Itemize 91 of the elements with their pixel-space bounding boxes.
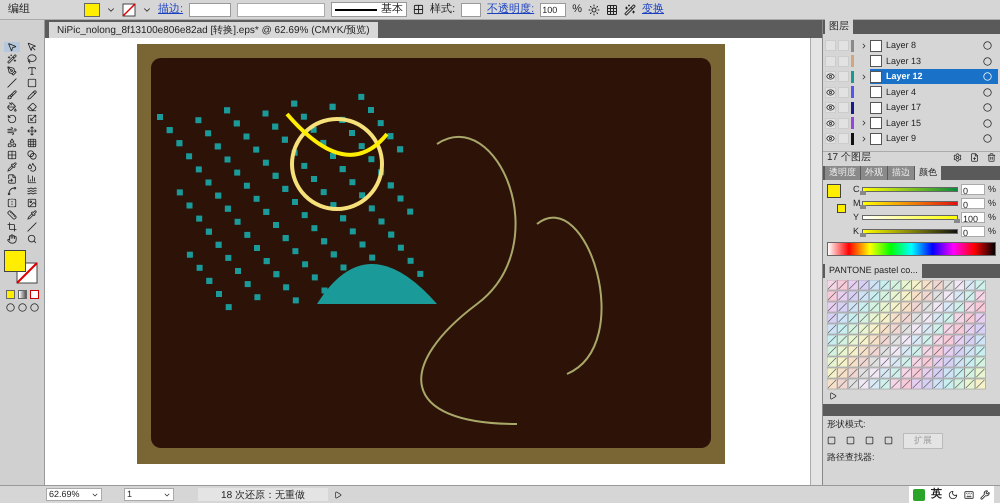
expand-icon[interactable] [860, 119, 868, 128]
slider-thumb[interactable] [860, 191, 866, 195]
stroke-weight-field[interactable] [189, 2, 232, 16]
unit-label: % [988, 210, 996, 224]
ime-language[interactable]: 英 [931, 486, 942, 503]
channel-label: Y [853, 210, 859, 224]
color-swatch[interactable] [837, 204, 846, 212]
layer-row[interactable]: Layer 9 [870, 131, 998, 146]
moon-icon[interactable] [948, 490, 958, 500]
channel-label: M [853, 196, 859, 210]
channel-value-field[interactable]: 0 [960, 198, 985, 209]
layer-thumbnail [870, 86, 882, 98]
expand-icon[interactable] [860, 42, 868, 50]
shape-mode-icon[interactable] [865, 436, 874, 446]
channel-slider-track[interactable] [862, 215, 958, 220]
grid-icon[interactable] [413, 4, 424, 15]
layer-row[interactable]: Layer 12 [870, 69, 998, 84]
shape-mode-icon[interactable] [827, 436, 836, 446]
layer-thumbnail [870, 40, 882, 52]
channel-value-field[interactable]: 100 [960, 212, 985, 223]
layers-tab[interactable]: 图层 [825, 19, 853, 34]
layer-row[interactable]: Layer 15 [870, 116, 998, 131]
unit-label: % [988, 224, 996, 238]
expand-icon[interactable] [860, 72, 868, 81]
zoom-field[interactable]: 62.69% [46, 488, 102, 501]
page-field[interactable]: 1 [124, 488, 174, 501]
percent-sign: % [572, 2, 582, 18]
layer-thumbnail [870, 132, 882, 145]
fill-swatch[interactable] [84, 2, 100, 16]
pathfinders-label: 路径查找器: [827, 450, 876, 464]
layer-row[interactable]: Layer 8 [870, 38, 998, 54]
shape-mode-icon[interactable] [846, 436, 855, 446]
opacity-field[interactable]: 100 [540, 2, 566, 16]
new-layer-icon[interactable] [970, 153, 979, 162]
visibility-toggle[interactable] [825, 133, 836, 144]
unit-label: % [988, 196, 996, 210]
swatch-library-tab[interactable]: PANTONE pastel co... [825, 264, 922, 278]
layer-row[interactable]: Layer 4 [870, 84, 998, 100]
channel-label: K [853, 224, 859, 238]
style-swatch[interactable] [461, 2, 482, 16]
stroke-none-icon[interactable] [122, 2, 136, 16]
expand-icon[interactable] [860, 134, 868, 143]
variable-width-field[interactable] [237, 2, 326, 16]
stroke-link[interactable]: 描边: [158, 1, 184, 18]
document-tab[interactable]: NiPic_nolong_8f13100e806e82ad [转换].eps* @ 62.69% (CMYK/预览) [49, 22, 378, 38]
status-field[interactable]: 18 次还原：无重做 [198, 488, 328, 501]
layer-thumbnail [870, 70, 882, 83]
none-mode-icon[interactable] [30, 290, 38, 299]
fill-color-swatch[interactable] [827, 184, 841, 198]
color-mode-icon[interactable] [6, 290, 14, 299]
visibility-toggle[interactable] [825, 86, 836, 98]
slider-thumb[interactable] [954, 219, 960, 223]
channel-label: C [853, 182, 859, 196]
vertical-scrollbar[interactable] [810, 38, 822, 485]
ime-logo-icon[interactable] [913, 488, 925, 500]
slider-thumb[interactable] [860, 233, 866, 237]
layer-thumbnail [870, 117, 882, 130]
channel-slider-track[interactable] [862, 229, 958, 234]
slider-thumb[interactable] [860, 205, 866, 209]
stroke-line-preview [335, 8, 378, 10]
layer-count: 17 个图层 [827, 151, 872, 165]
shape-mode-icon[interactable] [884, 436, 893, 446]
unit-label: % [988, 182, 996, 196]
align-icon[interactable] [606, 4, 618, 16]
channel-value-field[interactable]: 0 [960, 184, 985, 195]
keyboard-icon[interactable] [964, 490, 974, 500]
brush-style-dropdown[interactable]: 基本 [331, 2, 408, 17]
color-spectrum[interactable] [827, 242, 996, 256]
layer-row[interactable]: Layer 13 [870, 54, 998, 69]
visibility-toggle[interactable] [825, 118, 836, 129]
delete-icon[interactable] [987, 153, 996, 162]
style-label: 样式: [430, 2, 456, 18]
selection-label: 编组 [8, 2, 31, 18]
next-library-icon[interactable] [829, 392, 837, 400]
status-menu-icon[interactable] [334, 490, 342, 498]
fill-color-swatch[interactable] [4, 250, 26, 272]
visibility-toggle[interactable] [825, 71, 836, 82]
layer-row[interactable]: Layer 17 [870, 100, 998, 116]
gradient-mode-icon[interactable] [18, 290, 26, 299]
channel-value-field[interactable]: 0 [960, 226, 985, 237]
channel-slider-track[interactable] [862, 187, 958, 192]
opacity-link[interactable]: 不透明度: [487, 1, 534, 18]
selection-tool-icon[interactable] [4, 42, 20, 52]
settings-icon[interactable] [980, 490, 990, 500]
visibility-toggle[interactable] [825, 102, 836, 114]
shape-modes-label: 形状模式: [827, 418, 867, 430]
channel-slider-track[interactable] [862, 201, 958, 206]
panel-tab[interactable]: 颜色 [915, 166, 941, 180]
layer-thumbnail [870, 102, 882, 114]
transform-link[interactable]: 变换 [642, 1, 664, 18]
layer-thumbnail [870, 55, 882, 68]
